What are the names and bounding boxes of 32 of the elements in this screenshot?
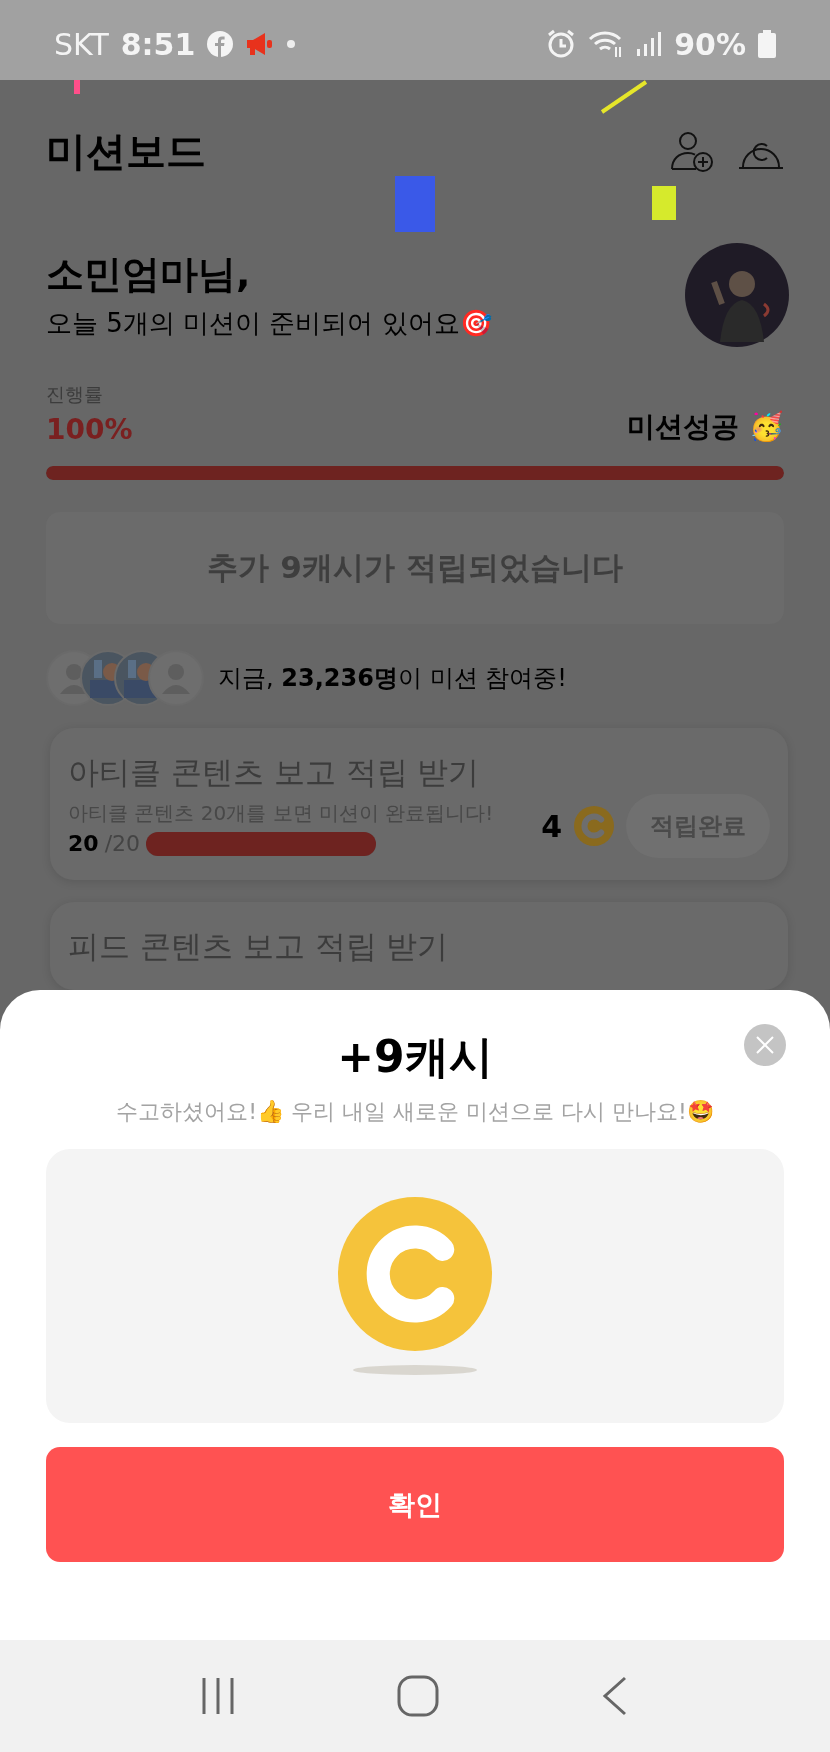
- confirm-button[interactable]: 확인: [46, 1447, 784, 1562]
- recent-apps-icon[interactable]: [201, 1676, 235, 1716]
- back-icon[interactable]: [601, 1676, 629, 1716]
- reward-amount: 4: [541, 808, 562, 844]
- coin-icon: [574, 806, 614, 846]
- sheet-title: +9캐시: [337, 1030, 493, 1084]
- close-icon: [755, 1035, 775, 1055]
- sheet-message: 수고하셨어요!👍 우리 내일 새로운 미션으로 다시 만나요!🤩: [116, 1098, 714, 1126]
- greeting-message: 오늘 5개의 미션이 준비되어 있어요🎯: [46, 307, 492, 340]
- battery-percent: 90%: [674, 26, 746, 62]
- confetti-piece: [74, 80, 80, 94]
- time: 8:51: [120, 26, 196, 62]
- confetti-piece: [395, 176, 435, 232]
- coin-icon: [338, 1197, 492, 1351]
- battery-icon: [758, 30, 776, 58]
- progress-percent: 100%: [46, 413, 133, 446]
- confetti-piece: [652, 186, 676, 220]
- alarm-icon: [546, 29, 577, 59]
- mission-status: 미션성공 🥳: [627, 409, 784, 445]
- carrier: SKT: [54, 26, 109, 62]
- home-icon[interactable]: [397, 1675, 439, 1717]
- confetti-piece: [600, 80, 648, 114]
- signal-icon: [636, 31, 663, 57]
- facebook-icon: [207, 31, 234, 57]
- greeting-name: 소민엄마님,: [46, 251, 252, 298]
- avatar: [148, 650, 204, 706]
- avatar[interactable]: [684, 242, 790, 348]
- mission-count: 20: [68, 831, 99, 856]
- page-title: 미션보드: [46, 126, 206, 176]
- participants-text: 지금, 23,236명이 미션 참여중!: [218, 663, 567, 694]
- add-friend-icon[interactable]: [670, 129, 714, 173]
- dot-icon: [287, 40, 296, 48]
